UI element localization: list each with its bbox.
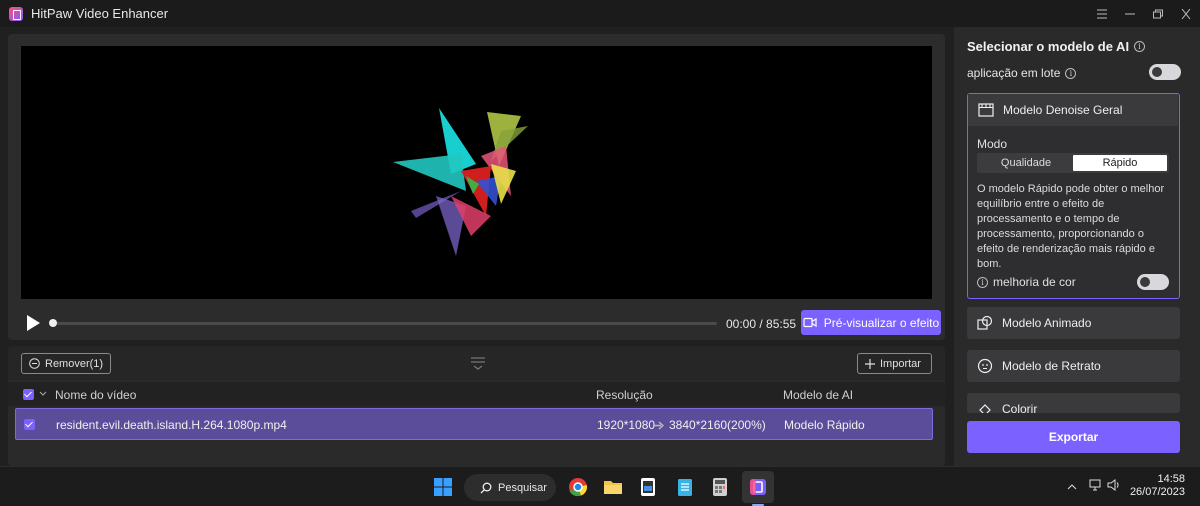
file-list-toolbar: Remover(1) Importar — [8, 346, 945, 380]
column-name[interactable]: Nome do vídeo — [55, 388, 136, 402]
model-card-header[interactable]: Modelo Denoise Geral — [968, 94, 1178, 126]
row-file-name: resident.evil.death.island.H.264.1080p.m… — [56, 418, 287, 432]
file-list-panel: Remover(1) Importar Nome do vídeo Resolu… — [8, 346, 945, 466]
timeline-slider[interactable] — [49, 319, 717, 327]
info-icon[interactable]: i — [1134, 41, 1146, 52]
plus-icon — [865, 358, 875, 369]
film-icon — [978, 103, 994, 117]
model-name: Modelo de Retrato — [1002, 359, 1101, 373]
mode-segmented-control: Qualidade Rápido — [977, 153, 1169, 173]
video-frame-artwork — [393, 108, 528, 256]
model-card-portrait[interactable]: Modelo de Retrato — [967, 350, 1180, 382]
row-model: Modelo Rápido — [784, 418, 865, 432]
play-button[interactable] — [25, 314, 41, 332]
title-bar: HitPaw Video Enhancer — [0, 0, 1200, 27]
info-icon[interactable]: i — [1065, 67, 1077, 79]
export-button[interactable]: Exportar — [967, 421, 1180, 453]
notepad-icon[interactable] — [672, 475, 698, 499]
chrome-icon[interactable] — [565, 475, 591, 499]
minimize-icon[interactable] — [1116, 0, 1144, 27]
preview-effect-button[interactable]: Pré-visualizar o efeito — [801, 310, 941, 335]
play-icon — [27, 315, 40, 331]
menu-icon[interactable] — [1088, 0, 1116, 27]
brush-icon — [979, 404, 991, 413]
clock-time: 14:58 — [1157, 473, 1185, 485]
resize-grip-icon[interactable] — [469, 356, 487, 370]
anime-model-icon — [977, 315, 993, 330]
table-row[interactable]: resident.evil.death.island.H.264.1080p.m… — [15, 408, 933, 440]
remove-label: Remover(1) — [45, 357, 104, 370]
model-card-denoise[interactable]: Modelo Denoise Geral Modo Qualidade Rápi… — [967, 93, 1180, 299]
preview-effect-label: Pré-visualizar o efeito — [823, 315, 940, 330]
sidebar-title: Selecionar o modelo de AI — [967, 39, 1130, 54]
mode-label: Modo — [977, 137, 1008, 151]
video-preview[interactable] — [21, 46, 932, 299]
app-logo-icon — [9, 6, 23, 21]
remove-button[interactable]: Remover(1) — [21, 353, 112, 374]
search-label: Pesquisar — [498, 481, 547, 494]
network-icon[interactable] — [1089, 479, 1103, 494]
taskbar-search[interactable]: Pesquisar — [464, 474, 556, 501]
info-icon[interactable]: i — [977, 276, 988, 288]
color-enhance-label: melhoria de cor — [993, 275, 1076, 289]
windows-start-icon[interactable] — [430, 475, 456, 499]
calculator-icon[interactable] — [707, 475, 733, 499]
model-name: Colorir — [1002, 402, 1038, 413]
timeline-handle[interactable] — [49, 319, 57, 327]
column-resolution[interactable]: Resolução — [596, 388, 653, 402]
minus-circle-icon — [29, 358, 40, 369]
import-button[interactable]: Importar — [857, 353, 932, 374]
batch-toggle[interactable] — [1149, 64, 1181, 80]
hitpaw-taskbar-icon[interactable] — [742, 471, 774, 503]
color-enhance-row: i melhoria de cor — [977, 275, 1076, 289]
model-card-colorize[interactable]: Colorir — [967, 393, 1180, 413]
sidebar-title-row: Selecionar o modelo de AI i — [967, 39, 1146, 54]
model-sidebar: Selecionar o modelo de AI i aplicação em… — [954, 27, 1200, 466]
search-icon — [480, 482, 492, 493]
clock-date: 26/07/2023 — [1129, 486, 1185, 498]
restore-icon[interactable] — [1144, 0, 1172, 27]
system-clock[interactable]: 14:58 26/07/2023 — [1127, 473, 1185, 499]
row-target-resolution: 3840*2160(200%) — [669, 418, 766, 432]
portrait-model-icon — [977, 358, 993, 374]
file-explorer-icon[interactable] — [600, 475, 626, 499]
windows-taskbar: Pesquisar 14:58 26/07/2023 — [0, 466, 1200, 506]
arrow-right-icon — [654, 421, 665, 430]
model-name: Modelo Denoise Geral — [1003, 103, 1123, 117]
row-source-resolution: 1920*1080 — [597, 418, 656, 432]
model-name: Modelo Animado — [1002, 316, 1092, 330]
preview-panel: 00:00 / 85:55 Pré-visualizar o efeito — [8, 34, 945, 340]
chevron-up-icon[interactable] — [1067, 480, 1077, 494]
chevron-down-icon[interactable] — [39, 391, 47, 397]
camera-icon — [803, 317, 817, 328]
row-checkbox[interactable] — [24, 419, 35, 430]
mode-option-fast[interactable]: Rápido — [1073, 155, 1167, 171]
mode-option-quality[interactable]: Qualidade — [979, 155, 1073, 171]
file-list-header: Nome do vídeo Resolução Modelo de AI — [8, 382, 945, 406]
close-icon[interactable] — [1172, 0, 1200, 27]
column-model[interactable]: Modelo de AI — [783, 388, 853, 402]
model-card-anime[interactable]: Modelo Animado — [967, 307, 1180, 339]
time-readout: 00:00 / 85:55 — [726, 317, 797, 331]
batch-label: aplicação em lote — [967, 66, 1061, 80]
app-title: HitPaw Video Enhancer — [31, 6, 169, 21]
media-app-icon[interactable] — [635, 475, 661, 499]
batch-row: aplicação em lote i — [967, 66, 1077, 80]
select-all-checkbox[interactable] — [23, 389, 34, 400]
import-label: Importar — [880, 357, 921, 370]
volume-icon[interactable] — [1107, 479, 1121, 494]
model-description: O modelo Rápido pode obter o melhor equi… — [977, 183, 1165, 270]
color-enhance-toggle[interactable] — [1137, 274, 1169, 290]
